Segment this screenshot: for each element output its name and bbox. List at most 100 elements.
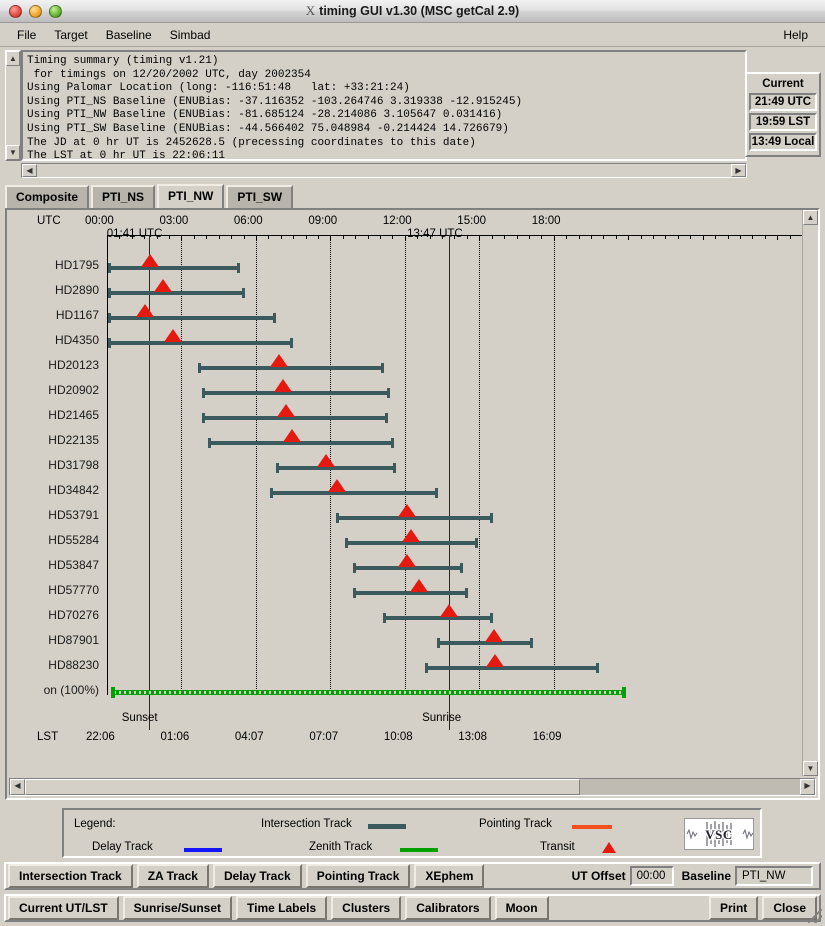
moon-button[interactable]: Moon [494,896,549,920]
scroll-up-icon[interactable]: ▲ [6,51,20,66]
chart-scroll-left-icon[interactable]: ◀ [10,779,25,795]
transit-marker-HD55284 [401,529,420,542]
track-HD20902[interactable] [202,388,391,398]
axis-tick-4.5 [218,236,220,239]
axis-tick-27.5 [789,236,791,239]
axis-tick-10 [355,236,357,239]
za-track-button[interactable]: ZA Track [136,864,209,888]
chart-scroll-right-icon[interactable]: ▶ [800,779,815,795]
axis-tick-17 [528,236,530,239]
clusters-button[interactable]: Clusters [331,896,402,920]
pointing-track-button[interactable]: Pointing Track [305,864,411,888]
vsc-logo-svg: VSC [686,821,753,847]
menu-target[interactable]: Target [45,26,96,44]
utc-tick-label-6: 18:00 [531,215,561,227]
tab-pti-sw[interactable]: PTI_SW [226,185,294,208]
sunrise-sunset-button[interactable]: Sunrise/Sunset [122,896,233,920]
axis-tick-18.5 [566,236,568,239]
tab-pti-ns[interactable]: PTI_NS [91,185,156,208]
chart-hscroll-thumb[interactable] [25,779,580,795]
scroll-track[interactable] [37,164,731,177]
xephem-button[interactable]: XEphem [414,864,485,888]
calibrators-button[interactable]: Calibrators [405,896,491,920]
axis-tick-16.5 [516,236,518,239]
gridline-utc-5 [479,235,481,695]
axis-tick-20.5 [615,236,617,239]
utc-tick-label-5: 15:00 [457,215,487,227]
row-label-HD87901: HD87901 [48,633,99,647]
tab-pti-nw[interactable]: PTI_NW [157,184,225,208]
axis-tick-3.5 [193,236,195,239]
current-label: Current [762,78,804,90]
summary-horizontal-scrollbar[interactable]: ◀ ▶ [21,163,747,178]
menu-help[interactable]: Help [774,26,817,44]
tab-composite[interactable]: Composite [5,185,90,208]
chart-scroll-down-icon[interactable]: ▼ [803,761,818,776]
intersection-track-button[interactable]: Intersection Track [8,864,133,888]
axis-tick-10.5 [367,236,369,239]
axis-tick-11 [380,236,382,239]
legend-intersection-track: Intersection Track [261,818,352,830]
axis-tick-6.5 [268,236,270,239]
scroll-left-icon[interactable]: ◀ [22,164,37,177]
scroll-right-icon[interactable]: ▶ [731,164,746,177]
track-HD1167[interactable] [108,313,276,323]
transit-marker-HD21465 [277,404,296,417]
chart-horizontal-scrollbar[interactable]: ◀ ▶ [9,778,816,796]
legend-transit: Transit [540,841,575,853]
chart-hscroll-track[interactable] [580,779,800,795]
axis-tick-3 [181,236,183,240]
utc-tick-label-0: 00:00 [85,215,114,227]
chart-scroll-up-icon[interactable]: ▲ [803,210,818,225]
track-HD4350[interactable] [108,338,294,348]
track-HD2890[interactable] [108,288,245,298]
row-label-HD20902: HD20902 [48,383,99,397]
menu-simbad[interactable]: Simbad [161,26,220,44]
transit-marker-HD31798 [317,454,336,467]
track-HD20123[interactable] [197,363,385,373]
window-resize-grip[interactable] [808,909,822,923]
current-time-panel: Current 21:49 UTC 19:59 LST 13:49 Local [745,72,821,157]
chart-scroll-thumb[interactable] [803,225,818,761]
axis-tick-15.5 [491,236,493,239]
zenith-track-moon[interactable] [111,690,626,695]
axis-tick-2.5 [169,236,171,239]
baseline-input[interactable]: PTI_NW [735,866,813,886]
track-HD70276[interactable] [382,613,494,623]
legend-pointing-track: Pointing Track [479,818,552,830]
summary-vertical-scrollbar[interactable]: ▲ ▼ [5,50,21,161]
axis-tick-18 [553,236,555,240]
legend-zenith-swatch [400,848,438,852]
menu-baseline[interactable]: Baseline [97,26,161,44]
row-label-HD34842: HD34842 [48,483,99,497]
transit-marker-HD22135 [282,429,301,442]
axis-tick-27 [777,236,779,240]
current-local-time[interactable]: 13:49 Local [749,133,817,151]
menu-file[interactable]: File [8,26,45,44]
axis-tick-21.5 [640,236,642,239]
timing-chart-canvas[interactable]: UTC LST 00:00 22:06 03:00 01:06 06:00 04:07 09:0… [7,210,802,776]
chart-vertical-scrollbar[interactable]: ▲ ▼ [802,210,818,776]
current-utc-time[interactable]: 21:49 UTC [749,93,817,111]
track-HD88230[interactable] [424,663,600,673]
track-HD34842[interactable] [269,488,439,498]
row-label-HD22135: HD22135 [48,433,99,447]
current-lst-time[interactable]: 19:59 LST [749,113,817,131]
current-ut-lst-button[interactable]: Current UT/LST [8,896,119,920]
track-HD31798[interactable] [276,463,396,473]
track-HD21465[interactable] [202,413,389,423]
scroll-down-icon[interactable]: ▼ [6,145,20,160]
delay-track-button[interactable]: Delay Track [212,864,302,888]
lst-axis-label: LST [37,731,59,743]
ut-offset-input[interactable]: 00:00 [629,866,674,886]
track-HD1795[interactable] [108,263,240,273]
print-button[interactable]: Print [708,896,759,920]
lst-tick-label-0: 22:06 [86,731,115,743]
plot-left-axis [107,235,108,695]
scroll-thumb[interactable] [6,66,20,145]
lst-tick-label-3: 07:07 [309,731,339,743]
gridline-utc-2 [255,235,257,695]
axis-tick-22.5 [665,236,667,239]
axis-tick-15 [479,236,481,240]
time-labels-button[interactable]: Time Labels [236,896,328,920]
